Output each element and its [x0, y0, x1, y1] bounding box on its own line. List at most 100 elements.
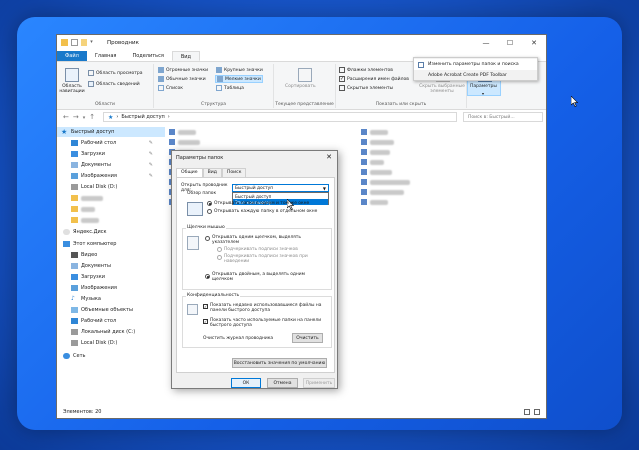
nav-item-downloads[interactable]: Загрузки ✎: [57, 149, 165, 159]
properties-icon[interactable]: [70, 39, 78, 46]
dialog-close-button[interactable]: ✕: [326, 153, 332, 161]
layout-label: Крупные значки: [224, 67, 263, 73]
list-item[interactable]: [169, 139, 200, 145]
preview-pane-icon: [88, 70, 94, 76]
details-view-icon[interactable]: [524, 409, 530, 415]
details-pane-button[interactable]: Область сведений: [88, 81, 140, 87]
hidden-items-toggle[interactable]: Скрытые элементы: [339, 85, 393, 91]
nav-item-documents-2[interactable]: Документы: [57, 261, 165, 271]
nav-item-3d-objects[interactable]: Объемные объекты: [57, 305, 165, 315]
nav-item-this-pc[interactable]: Этот компьютер: [57, 239, 165, 249]
new-window-radio[interactable]: [207, 209, 212, 214]
nav-item-local-disk-d-2[interactable]: Local Disk (D:): [57, 338, 165, 348]
chevron-down-icon[interactable]: ▾: [83, 113, 86, 121]
file-extensions-toggle[interactable]: ✓ Расширения имен файлов: [339, 76, 409, 82]
nav-item-downloads-2[interactable]: Загрузки: [57, 272, 165, 282]
list-item[interactable]: [361, 199, 388, 205]
folder-icon: [71, 217, 78, 223]
list-item[interactable]: [169, 129, 196, 135]
layout-label: Огромные значки: [166, 67, 208, 73]
preview-pane-button[interactable]: Область просмотра: [88, 70, 143, 76]
chevron-right-icon: ›: [116, 114, 119, 120]
frequent-folders-checkbox[interactable]: ✓: [203, 319, 208, 324]
nav-item-local-disk-c[interactable]: Локальный диск (C:): [57, 327, 165, 337]
back-icon[interactable]: ←: [63, 113, 69, 121]
item-checkboxes-toggle[interactable]: Флажки элементов: [339, 67, 393, 73]
nav-item-video[interactable]: Видео: [57, 250, 165, 260]
tab-view[interactable]: Вид: [171, 51, 200, 61]
list-item[interactable]: [361, 159, 384, 165]
list-item[interactable]: [361, 179, 410, 185]
tab-home[interactable]: Главная: [87, 51, 125, 61]
nav-item-desktop[interactable]: Рабочий стол ✎: [57, 138, 165, 148]
double-click-radio[interactable]: [205, 274, 210, 279]
chevron-down-icon[interactable]: ▾: [90, 39, 97, 46]
nav-item-yandex-disk[interactable]: Яндекс.Диск: [57, 227, 165, 237]
address-bar[interactable]: ★ › Быстрый доступ ›: [103, 112, 457, 122]
search-input[interactable]: Поиск в: Быстрый...: [463, 112, 543, 122]
hidden-items-label: Скрытые элементы: [347, 85, 394, 91]
new-folder-icon[interactable]: [80, 39, 88, 46]
minimize-button[interactable]: —: [474, 35, 498, 51]
nav-item-documents[interactable]: Документы ✎: [57, 160, 165, 170]
layout-medium-icons[interactable]: Обычные значки: [158, 76, 206, 82]
underline-always-radio[interactable]: [217, 247, 222, 252]
list-item[interactable]: [361, 189, 404, 195]
nav-item-pictures[interactable]: Изображения ✎: [57, 171, 165, 181]
privacy-illustration: [187, 304, 198, 315]
nav-item-desktop-2[interactable]: Рабочий стол: [57, 316, 165, 326]
nav-item-quick-access[interactable]: ★ Быстрый доступ: [57, 127, 165, 137]
single-click-radio[interactable]: [205, 236, 210, 241]
maximize-button[interactable]: ☐: [498, 35, 522, 51]
layout-label: Таблица: [224, 85, 244, 91]
layout-list[interactable]: Список: [158, 85, 183, 91]
file-icon: [169, 129, 175, 135]
nav-item-local-disk-d[interactable]: Local Disk (D:): [57, 182, 165, 192]
list-item[interactable]: [361, 129, 388, 135]
nav-item-blurred[interactable]: [57, 204, 165, 214]
ok-button[interactable]: ОК: [231, 378, 261, 388]
underline-hover-radio[interactable]: [217, 255, 222, 260]
tab-share[interactable]: Поделиться: [124, 51, 171, 61]
tab-general[interactable]: Общие: [176, 168, 203, 177]
tab-file[interactable]: Файл: [57, 51, 87, 61]
open-explorer-select[interactable]: Быстрый доступ ▼: [232, 184, 329, 192]
hide-selected-button[interactable]: Скрыть выбранные элементы: [418, 84, 466, 94]
sort-button[interactable]: Сортировать: [285, 84, 316, 89]
layout-details[interactable]: Таблица: [216, 85, 244, 91]
layout-large-icons[interactable]: Крупные значки: [216, 67, 263, 73]
clear-history-button[interactable]: Очистить: [292, 333, 323, 343]
apply-button[interactable]: Применить: [303, 378, 335, 388]
same-window-radio[interactable]: [207, 201, 212, 206]
layout-extra-large-icons[interactable]: Огромные значки: [158, 67, 208, 73]
nav-item-music[interactable]: ♪ Музыка: [57, 294, 165, 304]
cancel-button[interactable]: Отмена: [267, 378, 298, 388]
blurred-label: [370, 179, 410, 185]
layout-small-icons[interactable]: Мелкие значки: [215, 75, 263, 83]
list-item[interactable]: [361, 169, 392, 175]
nav-item-blurred[interactable]: [57, 215, 165, 225]
menu-item-change-folder-options[interactable]: Изменить параметры папок и поиска: [414, 59, 537, 70]
close-button[interactable]: ✕: [522, 35, 546, 51]
nav-item-pictures-2[interactable]: Изображения: [57, 283, 165, 293]
up-icon[interactable]: ↑: [89, 113, 95, 121]
nav-item-network[interactable]: Сеть: [57, 351, 165, 361]
menu-item-adobe-toolbar[interactable]: Adobe Acrobat Create PDF Toolbar: [414, 70, 537, 81]
item-count: Элементов: 20: [63, 409, 102, 415]
address-bar-row: ← → ▾ ↑ ★ › Быстрый доступ › Поиск в: Бы…: [57, 110, 546, 124]
nav-item-blurred[interactable]: [57, 193, 165, 203]
forward-icon[interactable]: →: [73, 113, 79, 121]
nav-label: Local Disk (D:): [81, 184, 118, 190]
title-bar: ▾ Проводник — ☐ ✕: [57, 35, 546, 51]
restore-defaults-button[interactable]: Восстановить значения по умолчанию: [232, 358, 327, 368]
folder-icon[interactable]: [61, 39, 68, 46]
list-item[interactable]: [361, 139, 394, 145]
file-icon: [361, 139, 367, 145]
large-icons-view-icon[interactable]: [534, 409, 540, 415]
tab-view[interactable]: Вид: [202, 168, 222, 177]
tab-search[interactable]: Поиск: [221, 168, 247, 177]
list-item[interactable]: [361, 149, 390, 155]
recent-files-checkbox[interactable]: ✓: [203, 304, 208, 309]
navigation-pane-button[interactable]: Область навигации: [59, 84, 85, 94]
nav-label: Быстрый доступ: [71, 129, 115, 135]
